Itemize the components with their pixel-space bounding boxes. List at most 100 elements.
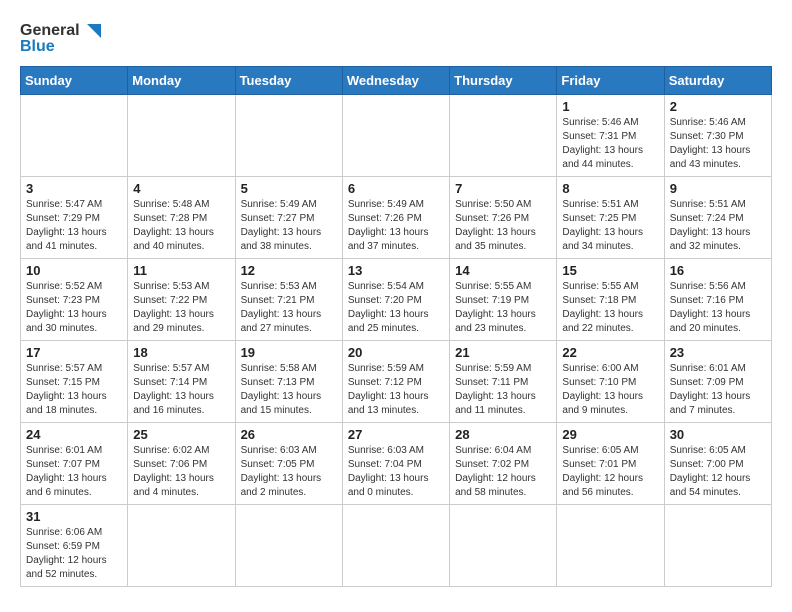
calendar-cell: 10 Sunrise: 5:52 AM Sunset: 7:23 PM Dayli… — [21, 259, 128, 341]
calendar-header-row: SundayMondayTuesdayWednesdayThursdayFrid… — [21, 67, 772, 95]
calendar-cell: 24 Sunrise: 6:01 AM Sunset: 7:07 PM Dayli… — [21, 423, 128, 505]
calendar-cell: 30Sunrise: 6:05 AM Sunset: 7:00 PM Dayli… — [664, 423, 771, 505]
day-info: Sunrise: 5:59 AM Sunset: 7:11 PM Dayligh… — [455, 362, 551, 418]
logo-triangle-icon — [83, 20, 105, 42]
day-number: 16 — [670, 263, 766, 278]
calendar-cell: 8 Sunrise: 5:51 AM Sunset: 7:25 PM Daylig… — [557, 177, 664, 259]
day-info: Sunrise: 6:05 AM Sunset: 7:01 PM Dayligh… — [562, 444, 658, 500]
calendar-week-row: 24 Sunrise: 6:01 AM Sunset: 7:07 PM Dayli… — [21, 423, 772, 505]
calendar-cell — [450, 95, 557, 177]
weekday-header-friday: Friday — [557, 67, 664, 95]
day-info: Sunrise: 5:48 AM Sunset: 7:28 PM Dayligh… — [133, 198, 229, 254]
day-number: 24 — [26, 427, 122, 442]
calendar-cell: 17 Sunrise: 5:57 AM Sunset: 7:15 PM Dayli… — [21, 341, 128, 423]
day-info: Sunrise: 5:52 AM Sunset: 7:23 PM Dayligh… — [26, 280, 122, 336]
weekday-header-wednesday: Wednesday — [342, 67, 449, 95]
day-number: 21 — [455, 345, 551, 360]
day-number: 15 — [562, 263, 658, 278]
calendar-cell: 3Sunrise: 5:47 AM Sunset: 7:29 PM Daylig… — [21, 177, 128, 259]
day-number: 17 — [26, 345, 122, 360]
calendar-table: SundayMondayTuesdayWednesdayThursdayFrid… — [20, 66, 772, 587]
calendar-cell: 6 Sunrise: 5:49 AM Sunset: 7:26 PM Daylig… — [342, 177, 449, 259]
calendar-cell: 2 Sunrise: 5:46 AM Sunset: 7:30 PM Daylig… — [664, 95, 771, 177]
day-info: Sunrise: 5:51 AM Sunset: 7:25 PM Dayligh… — [562, 198, 658, 254]
calendar-cell: 19 Sunrise: 5:58 AM Sunset: 7:13 PM Dayli… — [235, 341, 342, 423]
day-info: Sunrise: 5:54 AM Sunset: 7:20 PM Dayligh… — [348, 280, 444, 336]
day-info: Sunrise: 5:55 AM Sunset: 7:19 PM Dayligh… — [455, 280, 551, 336]
day-number: 6 — [348, 181, 444, 196]
calendar-cell — [664, 505, 771, 587]
day-number: 2 — [670, 99, 766, 114]
day-info: Sunrise: 6:06 AM Sunset: 6:59 PM Dayligh… — [26, 526, 122, 582]
day-info: Sunrise: 6:03 AM Sunset: 7:04 PM Dayligh… — [348, 444, 444, 500]
day-number: 10 — [26, 263, 122, 278]
day-info: Sunrise: 5:49 AM Sunset: 7:26 PM Dayligh… — [348, 198, 444, 254]
calendar-cell: 15 Sunrise: 5:55 AM Sunset: 7:18 PM Dayli… — [557, 259, 664, 341]
calendar-week-row: 17 Sunrise: 5:57 AM Sunset: 7:15 PM Dayli… — [21, 341, 772, 423]
calendar-cell: 18 Sunrise: 5:57 AM Sunset: 7:14 PM Dayli… — [128, 341, 235, 423]
day-info: Sunrise: 5:57 AM Sunset: 7:14 PM Dayligh… — [133, 362, 229, 418]
day-number: 27 — [348, 427, 444, 442]
calendar-cell — [21, 95, 128, 177]
day-number: 13 — [348, 263, 444, 278]
calendar-cell: 20Sunrise: 5:59 AM Sunset: 7:12 PM Dayli… — [342, 341, 449, 423]
logo-blue: Blue — [20, 38, 55, 56]
day-info: Sunrise: 6:00 AM Sunset: 7:10 PM Dayligh… — [562, 362, 658, 418]
calendar-cell: 1 Sunrise: 5:46 AM Sunset: 7:31 PM Daylig… — [557, 95, 664, 177]
calendar-cell: 28Sunrise: 6:04 AM Sunset: 7:02 PM Dayli… — [450, 423, 557, 505]
calendar-cell: 4 Sunrise: 5:48 AM Sunset: 7:28 PM Daylig… — [128, 177, 235, 259]
day-number: 29 — [562, 427, 658, 442]
calendar-cell: 25Sunrise: 6:02 AM Sunset: 7:06 PM Dayli… — [128, 423, 235, 505]
calendar-cell — [128, 505, 235, 587]
day-info: Sunrise: 5:47 AM Sunset: 7:29 PM Dayligh… — [26, 198, 122, 254]
day-number: 5 — [241, 181, 337, 196]
day-number: 19 — [241, 345, 337, 360]
weekday-header-thursday: Thursday — [450, 67, 557, 95]
day-info: Sunrise: 5:46 AM Sunset: 7:31 PM Dayligh… — [562, 116, 658, 172]
day-number: 18 — [133, 345, 229, 360]
day-info: Sunrise: 5:55 AM Sunset: 7:18 PM Dayligh… — [562, 280, 658, 336]
calendar-cell: 29 Sunrise: 6:05 AM Sunset: 7:01 PM Dayli… — [557, 423, 664, 505]
calendar-cell: 21 Sunrise: 5:59 AM Sunset: 7:11 PM Dayli… — [450, 341, 557, 423]
calendar-week-row: 31Sunrise: 6:06 AM Sunset: 6:59 PM Dayli… — [21, 505, 772, 587]
day-number: 4 — [133, 181, 229, 196]
calendar-cell: 14Sunrise: 5:55 AM Sunset: 7:19 PM Dayli… — [450, 259, 557, 341]
day-number: 1 — [562, 99, 658, 114]
calendar-cell: 13 Sunrise: 5:54 AM Sunset: 7:20 PM Dayli… — [342, 259, 449, 341]
day-number: 7 — [455, 181, 551, 196]
calendar-cell — [557, 505, 664, 587]
calendar-cell — [128, 95, 235, 177]
calendar-cell — [342, 95, 449, 177]
day-info: Sunrise: 5:46 AM Sunset: 7:30 PM Dayligh… — [670, 116, 766, 172]
calendar-cell: 31Sunrise: 6:06 AM Sunset: 6:59 PM Dayli… — [21, 505, 128, 587]
day-number: 23 — [670, 345, 766, 360]
day-info: Sunrise: 5:50 AM Sunset: 7:26 PM Dayligh… — [455, 198, 551, 254]
calendar-cell — [342, 505, 449, 587]
day-number: 30 — [670, 427, 766, 442]
day-info: Sunrise: 5:53 AM Sunset: 7:22 PM Dayligh… — [133, 280, 229, 336]
day-info: Sunrise: 5:56 AM Sunset: 7:16 PM Dayligh… — [670, 280, 766, 336]
weekday-header-monday: Monday — [128, 67, 235, 95]
day-info: Sunrise: 5:58 AM Sunset: 7:13 PM Dayligh… — [241, 362, 337, 418]
day-number: 8 — [562, 181, 658, 196]
logo: General Blue — [20, 20, 105, 56]
day-info: Sunrise: 6:01 AM Sunset: 7:07 PM Dayligh… — [26, 444, 122, 500]
calendar-cell — [450, 505, 557, 587]
calendar-cell: 12Sunrise: 5:53 AM Sunset: 7:21 PM Dayli… — [235, 259, 342, 341]
calendar-week-row: 10 Sunrise: 5:52 AM Sunset: 7:23 PM Dayli… — [21, 259, 772, 341]
day-number: 9 — [670, 181, 766, 196]
calendar-cell — [235, 505, 342, 587]
calendar-cell: 7 Sunrise: 5:50 AM Sunset: 7:26 PM Daylig… — [450, 177, 557, 259]
day-info: Sunrise: 6:04 AM Sunset: 7:02 PM Dayligh… — [455, 444, 551, 500]
calendar-cell: 27 Sunrise: 6:03 AM Sunset: 7:04 PM Dayli… — [342, 423, 449, 505]
day-info: Sunrise: 5:57 AM Sunset: 7:15 PM Dayligh… — [26, 362, 122, 418]
calendar-cell: 16 Sunrise: 5:56 AM Sunset: 7:16 PM Dayli… — [664, 259, 771, 341]
weekday-header-tuesday: Tuesday — [235, 67, 342, 95]
day-number: 25 — [133, 427, 229, 442]
day-number: 20 — [348, 345, 444, 360]
calendar-cell: 22Sunrise: 6:00 AM Sunset: 7:10 PM Dayli… — [557, 341, 664, 423]
day-number: 11 — [133, 263, 229, 278]
calendar-cell: 5Sunrise: 5:49 AM Sunset: 7:27 PM Daylig… — [235, 177, 342, 259]
calendar-cell: 26Sunrise: 6:03 AM Sunset: 7:05 PM Dayli… — [235, 423, 342, 505]
day-number: 12 — [241, 263, 337, 278]
